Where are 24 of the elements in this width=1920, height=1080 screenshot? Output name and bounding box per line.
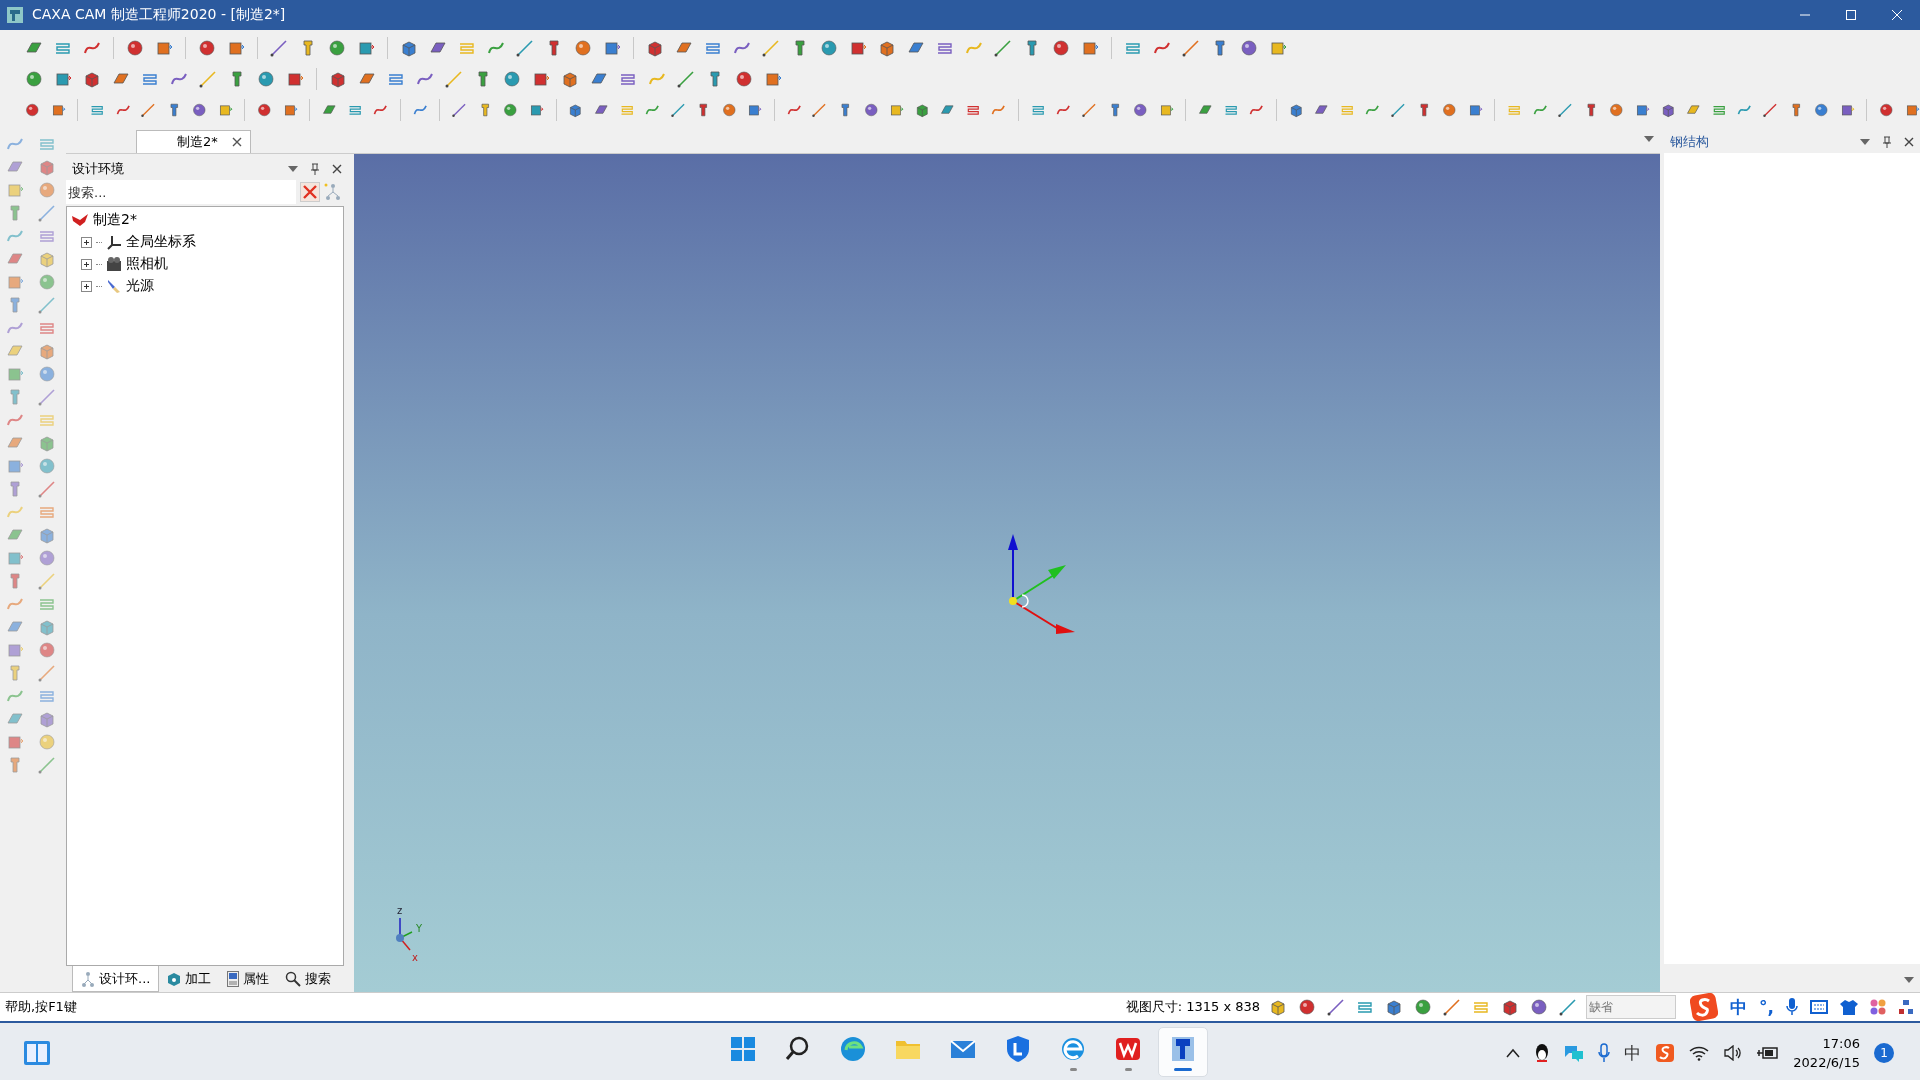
help-text: 帮助,按F1键 (5, 998, 78, 1016)
tree-item[interactable]: 照相机 (126, 255, 168, 273)
panel-title: 设计环境 (72, 160, 125, 178)
window-title: CAXA CAM 制造工程师2020 - [制造2*] (32, 6, 287, 24)
notification-badge[interactable]: 1 (1874, 1043, 1894, 1063)
ime-punctuation[interactable]: °, (1759, 997, 1774, 1017)
clock[interactable]: 17:06 2022/6/15 (1793, 1034, 1860, 1072)
axis-label: x (412, 952, 418, 963)
axis-label: z (397, 906, 403, 916)
tree-item[interactable]: 制造2* (93, 211, 137, 229)
search-field[interactable]: 搜索... (66, 180, 296, 204)
view-size-text: 视图尺寸: 1315 x 838 (1125, 998, 1261, 1016)
panel-tab[interactable]: 属性 (219, 966, 278, 992)
ime-mode[interactable]: 中 (1730, 995, 1748, 1019)
panel-title: 钢结构 (1670, 132, 1710, 151)
tree-item[interactable]: 全局坐标系 (126, 233, 196, 251)
tree-item[interactable]: 光源 (126, 277, 154, 295)
panel-tab[interactable]: 设计环... (72, 966, 160, 992)
document-tab[interactable]: 制造2* (136, 130, 251, 153)
panel-tab[interactable]: 搜索 (277, 966, 340, 992)
panel-tab[interactable]: 加工 (159, 966, 220, 992)
axis-label: Y (416, 923, 423, 934)
ime-indicator[interactable]: 中 (1624, 1041, 1642, 1065)
input-field[interactable]: 缺省 (1586, 995, 1677, 1019)
